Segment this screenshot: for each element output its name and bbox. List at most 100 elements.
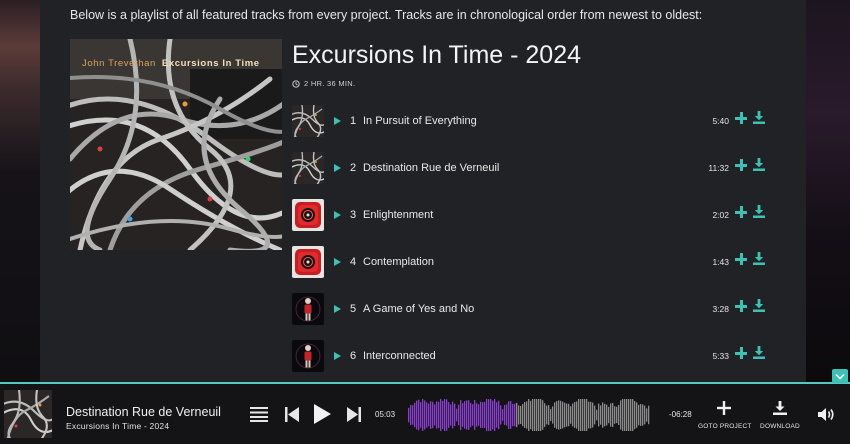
download-icon[interactable] bbox=[753, 111, 765, 124]
waveform-bar bbox=[444, 399, 446, 431]
track-number: 2 bbox=[350, 161, 357, 174]
waveform-bar bbox=[416, 400, 418, 430]
waveform-bar bbox=[508, 401, 510, 429]
waveform-bar bbox=[460, 400, 462, 430]
track-title[interactable]: Destination Rue de Verneuil bbox=[363, 162, 499, 174]
waveform-bar bbox=[428, 403, 430, 427]
waveform-bar bbox=[618, 405, 620, 425]
collapse-player-button[interactable] bbox=[832, 369, 848, 383]
waveform-bar bbox=[498, 400, 500, 430]
waveform-bar bbox=[458, 404, 460, 426]
waveform-bar bbox=[542, 400, 544, 430]
playlist-icon[interactable] bbox=[250, 406, 268, 422]
track-artwork bbox=[292, 339, 324, 372]
track-length: 1:43 bbox=[712, 256, 729, 267]
waveform-bar bbox=[588, 401, 590, 429]
waveform-bar bbox=[606, 404, 608, 426]
track-title[interactable]: Contemplation bbox=[363, 256, 434, 268]
waveform-scrubber[interactable] bbox=[408, 398, 650, 432]
waveform-bar bbox=[476, 403, 478, 427]
waveform-bar bbox=[534, 399, 536, 431]
play-icon[interactable] bbox=[334, 304, 341, 313]
waveform-bar bbox=[638, 404, 640, 426]
track-row[interactable]: 2 Destination Rue de Verneuil 11:32 bbox=[292, 144, 772, 191]
waveform-bar bbox=[546, 405, 548, 425]
play-icon[interactable] bbox=[334, 163, 341, 172]
waveform-bar bbox=[506, 404, 508, 426]
waveform-bar bbox=[554, 402, 556, 428]
track-artwork bbox=[292, 104, 324, 137]
waveform-bar bbox=[586, 399, 588, 431]
waveform-bar bbox=[624, 399, 626, 431]
waveform-bar bbox=[570, 406, 572, 424]
prev-icon[interactable] bbox=[285, 407, 299, 422]
waveform-bar bbox=[424, 400, 426, 430]
waveform-bar bbox=[414, 402, 416, 428]
waveform-bar bbox=[630, 399, 632, 431]
now-playing-album: Excursions In Time - 2024 bbox=[66, 421, 170, 431]
waveform-bar bbox=[648, 405, 650, 425]
waveform-bar bbox=[576, 401, 578, 429]
waveform-bar bbox=[526, 401, 528, 429]
waveform-bar bbox=[510, 401, 512, 429]
waveform-bar bbox=[582, 399, 584, 431]
waveform-bar bbox=[500, 405, 502, 425]
track-row[interactable]: 4 Contemplation 1:43 bbox=[292, 238, 772, 285]
plus-icon[interactable] bbox=[735, 347, 747, 359]
plus-icon[interactable] bbox=[735, 253, 747, 265]
download-icon[interactable] bbox=[753, 205, 765, 218]
track-title[interactable]: A Game of Yes and No bbox=[363, 303, 474, 315]
play-icon[interactable] bbox=[334, 116, 341, 125]
download-icon[interactable] bbox=[753, 252, 765, 265]
play-icon[interactable] bbox=[334, 351, 341, 360]
waveform-bar bbox=[516, 402, 518, 428]
plus-icon[interactable] bbox=[735, 112, 747, 124]
track-number: 1 bbox=[350, 114, 357, 127]
plus-icon[interactable] bbox=[735, 159, 747, 171]
track-artwork bbox=[292, 198, 324, 231]
track-list: 1 In Pursuit of Everything 5:40 2 Destin… bbox=[292, 97, 772, 379]
track-number: 6 bbox=[350, 349, 357, 362]
track-title[interactable]: Interconnected bbox=[363, 350, 436, 362]
track-row[interactable]: 1 In Pursuit of Everything 5:40 bbox=[292, 97, 772, 144]
waveform-bar bbox=[612, 402, 614, 427]
download-button[interactable]: DOWNLOAD bbox=[757, 401, 803, 430]
plus-icon[interactable] bbox=[735, 300, 747, 312]
download-label: DOWNLOAD bbox=[760, 423, 800, 430]
plus-icon[interactable] bbox=[735, 206, 747, 218]
track-row[interactable]: 6 Interconnected 5:33 bbox=[292, 332, 772, 379]
waveform-bar bbox=[528, 399, 530, 431]
track-title[interactable]: In Pursuit of Everything bbox=[363, 115, 477, 127]
plus-icon bbox=[717, 401, 731, 415]
next-icon[interactable] bbox=[347, 407, 361, 422]
waveform-bar bbox=[470, 403, 472, 428]
download-icon[interactable] bbox=[753, 299, 765, 312]
play-icon[interactable] bbox=[314, 404, 331, 424]
track-title[interactable]: Enlightenment bbox=[363, 209, 433, 221]
track-length: 11:32 bbox=[708, 162, 729, 173]
waveform-bar bbox=[452, 401, 454, 429]
waveform-bar bbox=[462, 403, 464, 427]
waveform-bar bbox=[434, 404, 436, 426]
download-icon[interactable] bbox=[753, 346, 765, 359]
remaining-time: -06:28 bbox=[669, 410, 692, 419]
waveform-bar bbox=[438, 401, 440, 429]
cover-lettering: John Trevethan Excursions In Time bbox=[82, 58, 260, 69]
waveform-bar bbox=[484, 402, 486, 428]
volume-icon[interactable] bbox=[818, 407, 835, 422]
goto-project-button[interactable]: GOTO PROJECT bbox=[698, 401, 751, 430]
waveform-bar bbox=[548, 405, 550, 425]
waveform-bar bbox=[566, 403, 568, 427]
track-row[interactable]: 3 Enlightenment 2:02 bbox=[292, 191, 772, 238]
play-icon[interactable] bbox=[334, 257, 341, 266]
waveform-bar bbox=[426, 402, 428, 428]
waveform-bar bbox=[468, 400, 470, 430]
download-icon[interactable] bbox=[753, 158, 765, 171]
play-icon[interactable] bbox=[334, 210, 341, 219]
clock-icon bbox=[292, 79, 300, 88]
waveform-bar bbox=[636, 402, 638, 428]
track-row[interactable]: 5 A Game of Yes and No 3:28 bbox=[292, 285, 772, 332]
intro-text: Below is a playlist of all featured trac… bbox=[70, 8, 703, 22]
background-right bbox=[806, 0, 850, 384]
waveform-bar bbox=[408, 407, 410, 423]
